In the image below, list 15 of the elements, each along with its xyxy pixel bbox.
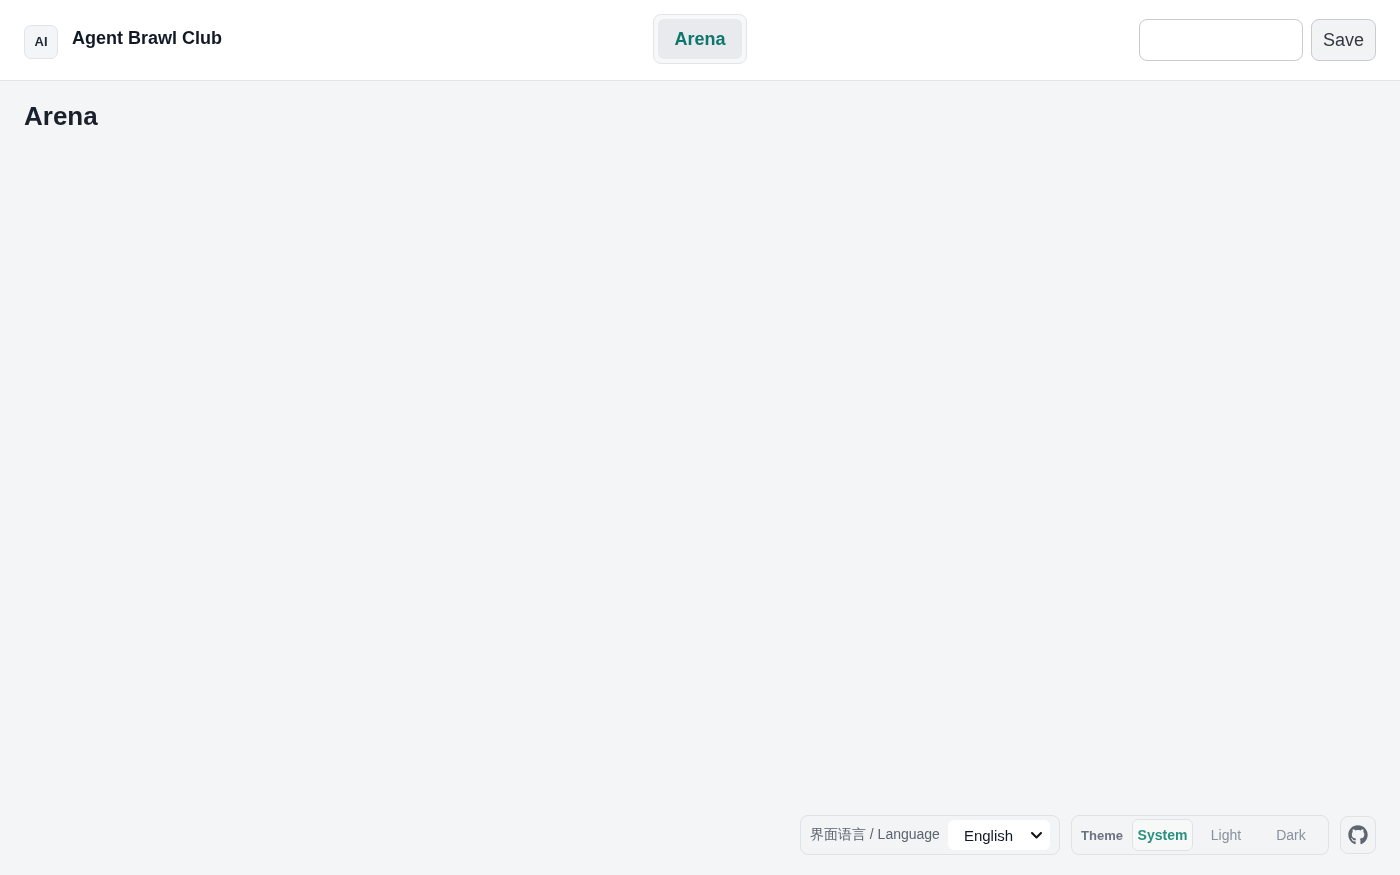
- input-field[interactable]: [1138, 19, 1303, 61]
- nav-tab[interactable]: Arena: [658, 19, 742, 59]
- theme-label: Theme: [1081, 827, 1123, 843]
- theme-option[interactable]: System: [1132, 819, 1193, 851]
- save-button[interactable]: Save: [1310, 19, 1376, 61]
- app-title: Agent Brawl Club: [72, 28, 222, 49]
- language-label: 界面语言 / Language: [809, 826, 940, 844]
- github-link[interactable]: [1340, 816, 1376, 854]
- language-select[interactable]: English: [947, 820, 1051, 850]
- logo-badge: AI: [24, 24, 58, 59]
- github-icon: [1348, 825, 1368, 845]
- theme-option[interactable]: Light: [1194, 819, 1258, 851]
- theme-option[interactable]: Dark: [1259, 819, 1323, 851]
- chevron-down-icon: [1031, 831, 1043, 839]
- page-heading: Arena: [24, 101, 99, 132]
